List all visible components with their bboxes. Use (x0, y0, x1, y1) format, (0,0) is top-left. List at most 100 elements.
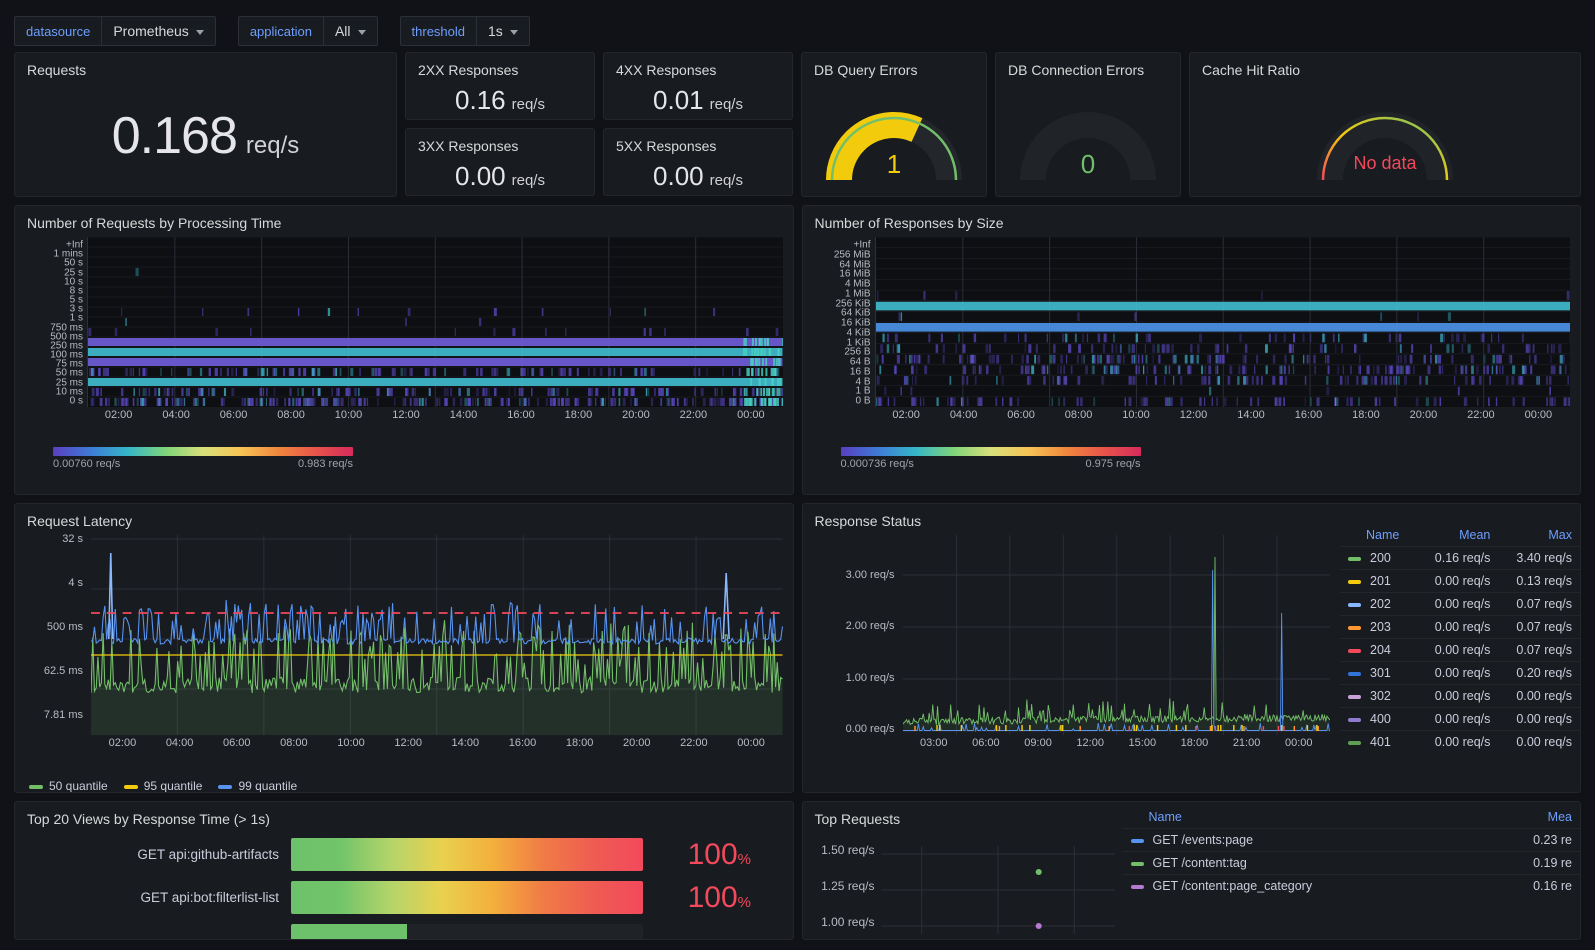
heatmap-plot (87, 237, 783, 407)
x-tick-label: 08:00 (280, 737, 308, 749)
panel-4xx-responses[interactable]: 4XX Responses 0.01 req/s (603, 52, 793, 120)
legend-color-swatch (124, 785, 138, 789)
series-color-swatch (1348, 603, 1361, 607)
variable-threshold[interactable]: threshold 1s (400, 16, 530, 46)
legend-min: 0.00760 req/s (53, 458, 120, 470)
table-row[interactable]: 2020.00 req/s0.07 req/s (1340, 593, 1580, 616)
table-row[interactable]: 2040.00 req/s0.07 req/s (1340, 639, 1580, 662)
table-row[interactable]: 2010.00 req/s0.13 req/s (1340, 570, 1580, 593)
legend-min: 0.000736 req/s (841, 458, 914, 470)
panel-request-latency[interactable]: Request Latency 32 s4 s500 ms62.5 ms7.81… (14, 503, 794, 793)
x-tick-label: 20:00 (623, 737, 651, 749)
column-header-mean[interactable]: Mea (1481, 806, 1581, 829)
panel-db-connection-errors[interactable]: DB Connection Errors 0 (995, 52, 1181, 197)
table-row[interactable]: 4000.00 req/s0.00 req/s (1340, 708, 1580, 731)
variable-value-text: 1s (488, 23, 503, 39)
bar-gauge-value: 100% (655, 881, 751, 915)
latency-plot (91, 535, 783, 735)
y-tick-label: 1.25 req/s (821, 879, 874, 893)
x-tick-label: 14:00 (452, 737, 480, 749)
table-row[interactable]: GET /events:page0.23 re (1123, 829, 1581, 852)
series-name: 302 (1370, 689, 1391, 703)
heatmap-legend-values: 0.00760 req/s 0.983 req/s (53, 458, 353, 470)
legend-label: 50 quantile (49, 779, 108, 793)
panel-top-requests[interactable]: Top Requests 1.50 req/s1.25 req/s1.00 re… (802, 801, 1582, 940)
gauge-value: 1 (802, 149, 986, 180)
response-status-plot (903, 535, 1331, 735)
variable-value-datasource[interactable]: Prometheus (101, 16, 215, 46)
legend-label: 95 quantile (144, 779, 203, 793)
column-header-name[interactable]: Name (1123, 806, 1481, 829)
legend-label: 99 quantile (238, 779, 297, 793)
series-name: 201 (1370, 574, 1391, 588)
row-name-cell: 301 (1340, 662, 1417, 685)
panel-db-query-errors[interactable]: DB Query Errors 1 (801, 52, 987, 197)
panel-cache-hit-ratio[interactable]: Cache Hit Ratio No data (1189, 52, 1581, 197)
column-header-max[interactable]: Max (1498, 524, 1580, 547)
bar-gauge-row[interactable]: GET api:bot:filterlist-list100% (29, 876, 779, 919)
table-row[interactable]: 2000.16 req/s3.40 req/s (1340, 547, 1580, 570)
series-name: 204 (1370, 643, 1391, 657)
bar-gauge-row[interactable] (29, 919, 779, 940)
row-mean-cell: 0.00 req/s (1417, 685, 1499, 708)
y-tick-label: 500 ms (47, 621, 83, 633)
variable-value-application[interactable]: All (323, 16, 378, 46)
variable-application[interactable]: application All (238, 16, 378, 46)
variable-value-threshold[interactable]: 1s (476, 16, 530, 46)
y-tick-label: 1.50 req/s (821, 843, 874, 857)
x-tick-label: 15:00 (1129, 737, 1157, 749)
x-tick-label: 08:00 (1065, 409, 1093, 421)
panel-responses-by-size[interactable]: Number of Responses by Size +Inf256 MiB6… (802, 205, 1582, 495)
series-name: 301 (1370, 666, 1391, 680)
panel-title: Top Requests (803, 802, 1123, 827)
legend-color-swatch (218, 785, 232, 789)
gauge-no-data-text: No data (1190, 153, 1580, 174)
column-header-mean[interactable]: Mean (1417, 524, 1499, 547)
bar-gauge-value: 100% (655, 838, 751, 872)
x-tick-label: 00:00 (1285, 737, 1313, 749)
variable-label-threshold: threshold (400, 16, 476, 46)
column-header-name[interactable]: Name (1340, 524, 1417, 547)
y-tick-label: 0.00 req/s (846, 723, 895, 735)
stat-value: 0.168 (112, 106, 237, 166)
row-max-cell: 0.07 req/s (1498, 616, 1580, 639)
row-name-cell: GET /content:tag (1123, 852, 1481, 875)
x-tick-label: 22:00 (1467, 409, 1495, 421)
bar-gauge-row[interactable]: GET api:github-artifacts 100% (29, 833, 779, 876)
panel-3xx-responses[interactable]: 3XX Responses 0.00 req/s (405, 128, 595, 196)
panel-requests-by-processing-time[interactable]: Number of Requests by Processing Time +I… (14, 205, 794, 495)
series-color-swatch (1348, 672, 1361, 676)
stat-value: 0.01 (653, 85, 704, 116)
panel-requests[interactable]: Requests 0.168 req/s (14, 52, 397, 197)
table-row[interactable]: GET /content:page_category0.16 re (1123, 875, 1581, 898)
row-mean-cell: 0.00 req/s (1417, 731, 1499, 754)
legend-item[interactable]: 50 quantile (29, 779, 108, 793)
stat-unit: req/s (710, 96, 743, 113)
panel-title: Cache Hit Ratio (1190, 53, 1580, 78)
table-row[interactable]: 4010.00 req/s0.00 req/s (1340, 731, 1580, 754)
x-tick-label: 06:00 (223, 737, 251, 749)
bar-gauge-label: GET api:github-artifacts (29, 847, 279, 862)
row-max-cell: 0.07 req/s (1498, 593, 1580, 616)
panel-5xx-responses[interactable]: 5XX Responses 0.00 req/s (603, 128, 793, 196)
table-row[interactable]: 3020.00 req/s0.00 req/s (1340, 685, 1580, 708)
variable-datasource[interactable]: datasource Prometheus (14, 16, 216, 46)
bar-gauge-fill (291, 838, 643, 871)
legend-item[interactable]: 99 quantile (218, 779, 297, 793)
row-name-cell: 202 (1340, 593, 1417, 616)
series-color-swatch (1131, 862, 1144, 866)
row-mean-cell: 0.00 req/s (1417, 662, 1499, 685)
legend-item[interactable]: 95 quantile (124, 779, 203, 793)
stat-unit: req/s (710, 172, 743, 189)
bar-gauge-track (291, 881, 643, 914)
row-max-cell: 0.13 req/s (1498, 570, 1580, 593)
x-tick-label: 02:00 (109, 737, 137, 749)
panel-2xx-responses[interactable]: 2XX Responses 0.16 req/s (405, 52, 595, 120)
table-row[interactable]: 2030.00 req/s0.07 req/s (1340, 616, 1580, 639)
table-row[interactable]: GET /content:tag0.19 re (1123, 852, 1581, 875)
panel-top-views-by-response-time[interactable]: Top 20 Views by Response Time (> 1s) GET… (14, 801, 794, 940)
x-tick-label: 18:00 (565, 409, 593, 421)
row-name-cell: 201 (1340, 570, 1417, 593)
panel-response-status[interactable]: Response Status 3.00 req/s2.00 req/s1.00… (802, 503, 1582, 793)
table-row[interactable]: 3010.00 req/s0.20 req/s (1340, 662, 1580, 685)
